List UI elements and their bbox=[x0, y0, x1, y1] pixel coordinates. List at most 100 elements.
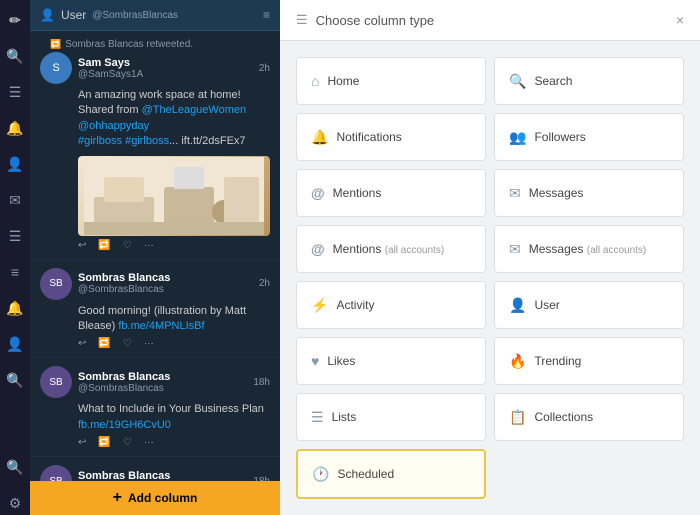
messages-label: Messages bbox=[529, 186, 584, 200]
like-icon[interactable]: ♡ bbox=[123, 338, 132, 349]
column-header: 👤 User @SombrasBlancas ≡ bbox=[30, 0, 280, 31]
reply-icon[interactable]: ↩ bbox=[78, 338, 86, 349]
tweet-link[interactable]: fb.me/19GH6CvU0 bbox=[78, 419, 171, 431]
sidebar-list-icon[interactable]: ☰ bbox=[3, 224, 27, 248]
sidebar-search3-icon[interactable]: 🔍 bbox=[3, 455, 27, 479]
lists-icon: ☰ bbox=[311, 409, 324, 426]
tweet-header: S Sam Says @SamSays1A 2h bbox=[40, 52, 270, 84]
col-type-activity[interactable]: ⚡ Activity bbox=[296, 281, 486, 329]
tweet-link4[interactable]: #girlboss bbox=[125, 135, 169, 147]
tweet-link3[interactable]: #girlboss bbox=[78, 135, 122, 147]
collections-label: Collections bbox=[534, 410, 593, 424]
sidebar-lines-icon[interactable]: ≡ bbox=[3, 260, 27, 284]
retweet-action-icon[interactable]: 🔁 bbox=[98, 240, 110, 251]
messages-icon: ✉ bbox=[509, 185, 521, 202]
tweet-time: 18h bbox=[253, 377, 270, 388]
search-icon: 🔍 bbox=[509, 73, 526, 90]
tweet-meta: Sombras Blancas @SombrasBlancas bbox=[78, 272, 170, 295]
column-menu-button[interactable]: ≡ bbox=[263, 8, 270, 22]
tweet-item: SB Sombras Blancas @SombrasBlancas 2h Go… bbox=[30, 260, 280, 359]
tweet-time: 2h bbox=[259, 63, 270, 74]
col-type-lists[interactable]: ☰ Lists bbox=[296, 393, 486, 441]
sidebar-settings-icon[interactable]: ⚙ bbox=[3, 491, 27, 515]
choose-panel: ☰ Choose column type × ⌂ Home 🔍 Search 🔔… bbox=[280, 0, 700, 515]
col-type-scheduled[interactable]: 🕐 Scheduled bbox=[296, 449, 486, 499]
tweet-meta: Sombras Blancas @SombrasBlancas bbox=[78, 371, 170, 394]
add-column-plus-icon: + bbox=[113, 489, 122, 507]
followers-icon: 👥 bbox=[509, 129, 526, 146]
sidebar-notification-icon[interactable]: 🔔 bbox=[3, 116, 27, 140]
add-column-button[interactable]: + Add column bbox=[30, 481, 280, 515]
like-icon[interactable]: ♡ bbox=[123, 240, 132, 251]
tweets-feed[interactable]: 🔁 Sombras Blancas retweeted. S Sam Says … bbox=[30, 31, 280, 481]
tweet-time: 2h bbox=[259, 278, 270, 289]
retweet-icon: 🔁 bbox=[50, 39, 61, 50]
close-button[interactable]: × bbox=[676, 12, 684, 28]
tweet-link2[interactable]: @ohhappyday bbox=[78, 120, 149, 132]
col-type-mentions[interactable]: @ Mentions bbox=[296, 169, 486, 217]
column-handle-label: @SombrasBlancas bbox=[92, 10, 178, 21]
home-icon: ⌂ bbox=[311, 73, 319, 89]
reply-icon[interactable]: ↩ bbox=[78, 240, 86, 251]
sidebar-search2-icon[interactable]: 🔍 bbox=[3, 368, 27, 392]
messages-all-label: Messages (all accounts) bbox=[529, 242, 647, 256]
col-type-home[interactable]: ⌂ Home bbox=[296, 57, 486, 105]
tweet-actions: ↩ 🔁 ♡ ··· bbox=[78, 240, 270, 251]
sidebar-person-icon[interactable]: 👤 bbox=[3, 332, 27, 356]
choose-title-icon: ☰ bbox=[296, 12, 308, 28]
col-type-likes[interactable]: ♥ Likes bbox=[296, 337, 486, 385]
sidebar-mail-icon[interactable]: ✉ bbox=[3, 188, 27, 212]
activity-icon: ⚡ bbox=[311, 297, 328, 314]
retweet-action-icon[interactable]: 🔁 bbox=[98, 437, 110, 448]
col-type-messages[interactable]: ✉ Messages bbox=[494, 169, 684, 217]
sidebar-bell-icon[interactable]: 🔔 bbox=[3, 296, 27, 320]
tweet-meta: Sombras Blancas @SombrasBlancas bbox=[78, 470, 170, 481]
likes-label: Likes bbox=[327, 354, 355, 368]
tweet-meta: Sam Says @SamSays1A bbox=[78, 57, 143, 80]
col-type-followers[interactable]: 👥 Followers bbox=[494, 113, 684, 161]
messages-all-icon: ✉ bbox=[509, 241, 521, 258]
retweet-action-icon[interactable]: 🔁 bbox=[98, 338, 110, 349]
tweet-link[interactable]: fb.me/4MPNLIsBf bbox=[118, 320, 204, 332]
like-icon[interactable]: ♡ bbox=[123, 437, 132, 448]
more-icon[interactable]: ··· bbox=[144, 338, 154, 349]
tweet-item: SB Sombras Blancas @SombrasBlancas 18h N… bbox=[30, 457, 280, 481]
more-icon[interactable]: ··· bbox=[144, 240, 154, 251]
col-type-mentions-all[interactable]: @ Mentions (all accounts) bbox=[296, 225, 486, 273]
col-type-trending[interactable]: 🔥 Trending bbox=[494, 337, 684, 385]
tweet-text: What to Include in Your Business Plan fb… bbox=[78, 402, 270, 433]
more-icon[interactable]: ··· bbox=[144, 437, 154, 448]
lists-label: Lists bbox=[332, 410, 357, 424]
mentions-all-label: Mentions (all accounts) bbox=[333, 242, 445, 256]
sidebar-search-icon[interactable]: 🔍 bbox=[3, 44, 27, 68]
tweet-image-inner bbox=[78, 156, 270, 236]
tweet-name: Sombras Blancas bbox=[78, 272, 170, 284]
tweet-avatar: SB bbox=[40, 465, 72, 481]
col-type-collections[interactable]: 📋 Collections bbox=[494, 393, 684, 441]
choose-title: ☰ Choose column type bbox=[296, 12, 434, 28]
tweet-avatar: SB bbox=[40, 366, 72, 398]
reply-icon[interactable]: ↩ bbox=[78, 437, 86, 448]
scheduled-label: Scheduled bbox=[337, 467, 394, 481]
tweet-actions: ↩ 🔁 ♡ ··· bbox=[78, 437, 270, 448]
col-type-messages-all[interactable]: ✉ Messages (all accounts) bbox=[494, 225, 684, 273]
column-types-grid: ⌂ Home 🔍 Search 🔔 Notifications 👥 Follow… bbox=[280, 41, 700, 515]
col-type-user[interactable]: 👤 User bbox=[494, 281, 684, 329]
sidebar-menu-icon[interactable]: ☰ bbox=[3, 80, 27, 104]
tweet-header: SB Sombras Blancas @SombrasBlancas 2h bbox=[40, 268, 270, 300]
user-icon: 👤 bbox=[509, 297, 526, 314]
scheduled-icon: 🕐 bbox=[312, 466, 329, 483]
tweet-link[interactable]: @TheLeagueWomen bbox=[142, 104, 247, 116]
home-label: Home bbox=[327, 74, 359, 88]
sidebar-user-icon[interactable]: 👤 bbox=[3, 152, 27, 176]
mentions-all-icon: @ bbox=[311, 241, 325, 257]
sidebar-edit-icon[interactable]: ✏ bbox=[3, 8, 27, 32]
likes-icon: ♥ bbox=[311, 353, 319, 369]
followers-label: Followers bbox=[534, 130, 585, 144]
tweet-handle: @SombrasBlancas bbox=[78, 284, 170, 295]
user-label: User bbox=[534, 298, 559, 312]
col-type-search[interactable]: 🔍 Search bbox=[494, 57, 684, 105]
col-type-notifications[interactable]: 🔔 Notifications bbox=[296, 113, 486, 161]
trending-label: Trending bbox=[534, 354, 581, 368]
column-menu-icon: ≡ bbox=[263, 8, 270, 22]
